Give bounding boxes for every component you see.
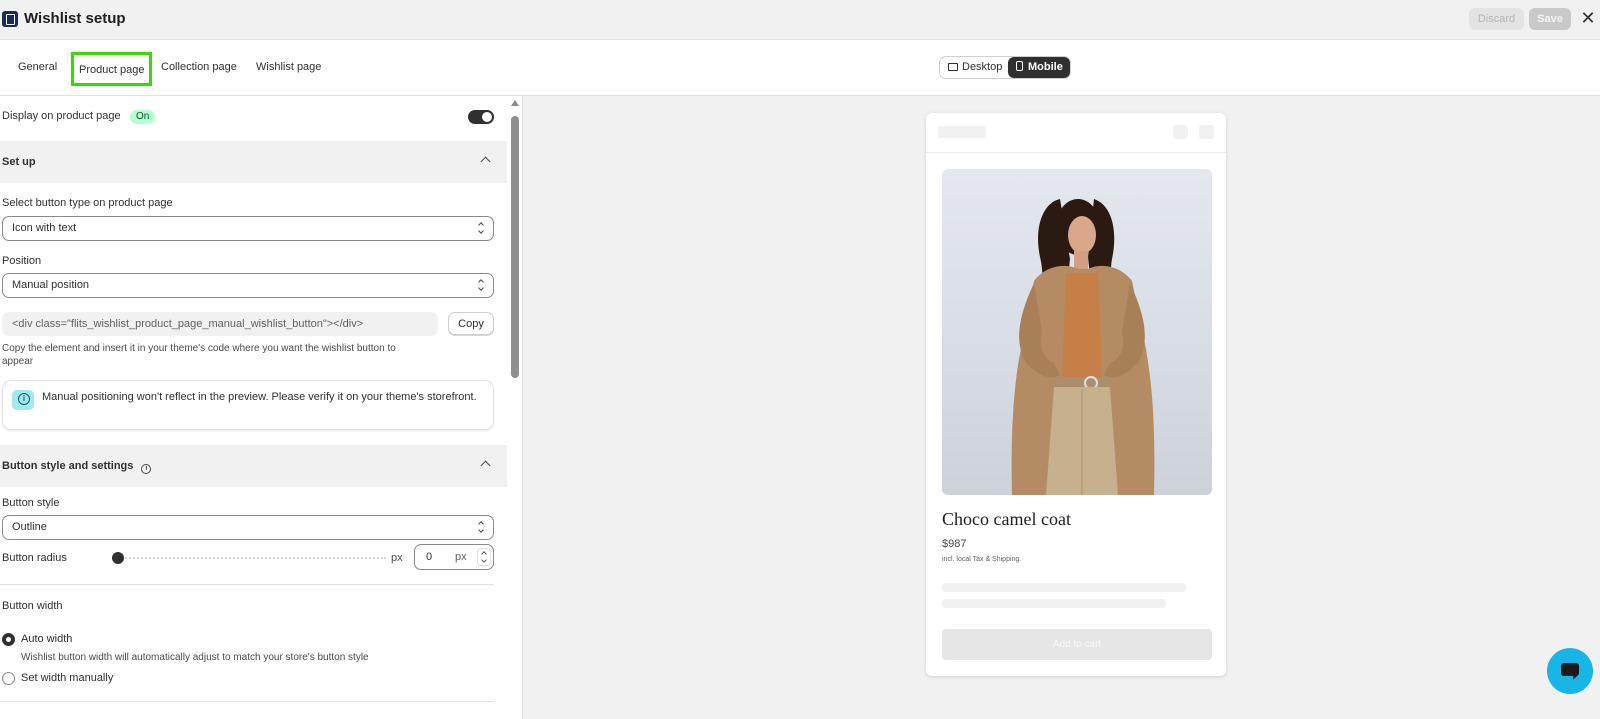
position-value: Manual position — [12, 279, 90, 291]
tab-wishlist-page[interactable]: Wishlist page — [256, 61, 321, 73]
add-to-cart-button[interactable]: Add to cart — [942, 629, 1212, 660]
button-width-label: Button width — [2, 600, 63, 612]
product-name: Choco camel coat — [942, 509, 1071, 529]
code-help-text: Copy the element and insert it in your t… — [2, 343, 396, 367]
radius-number-value: 0 — [426, 551, 433, 563]
top-bar: Wishlist setup Discard Save ✕ — [0, 0, 1600, 40]
settings-panel: Display on product page On Set up Select… — [0, 96, 523, 719]
tax-note: incl. local Tax & Shipping. — [942, 556, 1022, 563]
view-toggle: Desktop Mobile — [939, 56, 1071, 79]
radius-slider-track[interactable] — [118, 557, 386, 559]
display-on-product-page-label: Display on product page — [2, 110, 121, 122]
desktop-view-button[interactable]: Desktop — [940, 57, 1008, 78]
desktop-icon — [948, 63, 958, 71]
product-price: $987 — [942, 538, 967, 550]
button-style-section-header[interactable]: Button style and settings i — [0, 445, 507, 487]
placeholder-icon — [1173, 125, 1188, 139]
product-photo-illustration — [1011, 199, 1155, 495]
preview-divider — [926, 152, 1226, 153]
chevron-up-icon — [480, 460, 491, 471]
stepper-arrows-icon[interactable] — [477, 548, 491, 566]
setup-section-header[interactable]: Set up — [0, 141, 507, 183]
mobile-view-button[interactable]: Mobile — [1008, 57, 1070, 78]
product-image — [942, 169, 1212, 495]
chat-icon[interactable] — [1547, 648, 1593, 694]
scrollbar-thumb[interactable] — [511, 116, 519, 378]
tab-product-page-label: Product page — [79, 64, 145, 76]
placeholder-icon — [1199, 125, 1214, 139]
desktop-view-label: Desktop — [962, 61, 1003, 73]
button-type-label: Select button type on product page — [2, 197, 173, 209]
button-style-select[interactable]: Outline — [2, 515, 494, 540]
placeholder-text-line — [942, 583, 1186, 592]
select-arrows-icon — [479, 522, 485, 533]
radius-number-unit: px — [455, 551, 467, 563]
tab-product-page[interactable]: Product page — [71, 52, 153, 86]
status-badge: On — [130, 110, 156, 124]
manual-width-label[interactable]: Set width manually — [21, 672, 113, 684]
close-icon[interactable]: ✕ — [1580, 9, 1596, 27]
button-style-value: Outline — [12, 521, 47, 533]
tab-general[interactable]: General — [18, 61, 57, 73]
divider — [0, 701, 494, 702]
position-select[interactable]: Manual position — [2, 273, 494, 298]
auto-width-label[interactable]: Auto width — [21, 633, 72, 645]
radius-number-input[interactable]: 0 px — [414, 544, 494, 570]
manual-width-radio[interactable] — [2, 672, 15, 685]
display-toggle-switch[interactable] — [468, 110, 494, 124]
select-arrows-icon — [479, 280, 485, 291]
button-type-value: Icon with text — [12, 222, 77, 234]
mobile-preview-card: Choco camel coat $987 incl. local Tax & … — [926, 113, 1226, 676]
mobile-icon — [1016, 61, 1023, 71]
discard-button[interactable]: Discard — [1469, 8, 1524, 30]
scroll-up-arrow-icon[interactable] — [511, 100, 519, 106]
code-snippet-field[interactable]: <div class="flits_wishlist_product_page_… — [2, 312, 438, 336]
tab-collection-page[interactable]: Collection page — [161, 61, 237, 73]
auto-width-radio[interactable] — [2, 633, 15, 646]
placeholder-text-line — [942, 599, 1166, 608]
button-style-section-title-wrap: Button style and settings i — [2, 460, 152, 474]
tab-bar: General Product page Collection page Wis… — [0, 40, 1600, 96]
info-banner-text: Manual positioning won't reflect in the … — [42, 391, 477, 403]
divider — [0, 584, 494, 585]
button-style-section-title: Button style and settings — [2, 460, 134, 472]
placeholder-logo — [938, 126, 986, 138]
save-button[interactable]: Save — [1529, 8, 1571, 30]
button-type-select[interactable]: Icon with text — [2, 216, 494, 241]
radius-slider-unit: px — [391, 552, 403, 564]
chevron-up-icon — [480, 156, 491, 167]
info-circle-icon[interactable]: i — [141, 464, 152, 474]
button-radius-label: Button radius — [2, 552, 67, 564]
mobile-view-label: Mobile — [1028, 61, 1063, 73]
select-arrows-icon — [479, 223, 485, 234]
copy-button[interactable]: Copy — [448, 312, 494, 335]
info-banner: Manual positioning won't reflect in the … — [2, 380, 494, 430]
position-label: Position — [2, 255, 42, 267]
auto-width-help: Wishlist button width will automatically… — [21, 652, 369, 663]
info-icon — [12, 390, 34, 410]
page-title: Wishlist setup — [24, 10, 126, 27]
button-style-label: Button style — [2, 497, 60, 509]
app-logo-icon — [2, 11, 18, 27]
setup-section-title: Set up — [2, 156, 36, 168]
radius-slider-handle[interactable] — [112, 552, 124, 564]
